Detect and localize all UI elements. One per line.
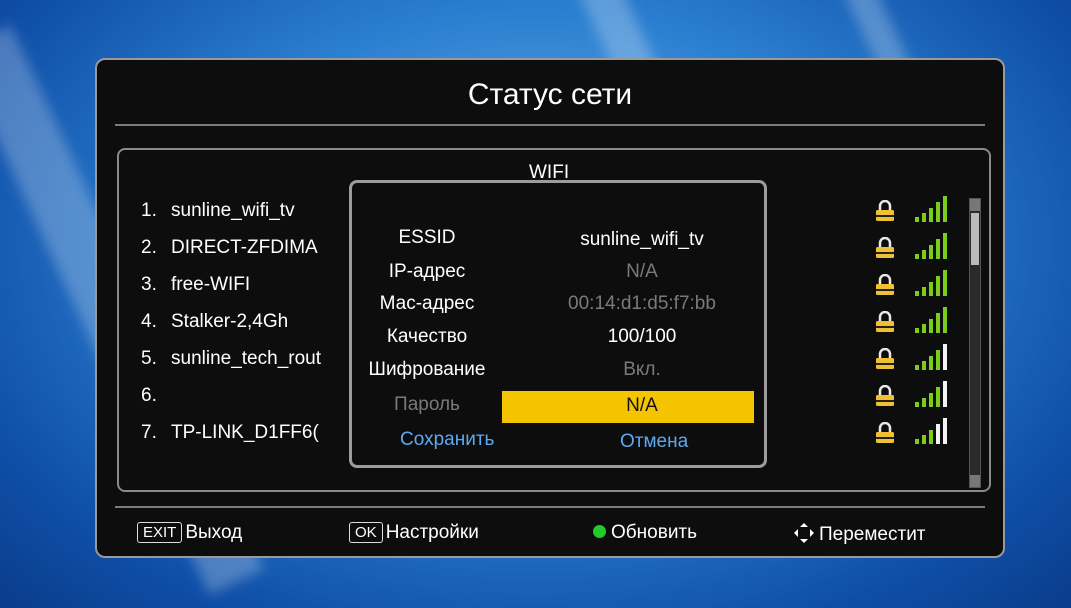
exit-label: Выход xyxy=(185,522,243,543)
signal-strength-icon xyxy=(915,381,947,407)
ok-key: OK xyxy=(349,522,383,543)
network-details-dialog: ESSID sunline_wifi_tv IP-адрес N/A Мас-а… xyxy=(349,180,767,468)
navigation-arrows-icon xyxy=(794,523,814,543)
scroll-down-arrow[interactable] xyxy=(970,475,980,487)
password-value[interactable]: N/A xyxy=(527,395,757,417)
refresh-label: Обновить xyxy=(611,522,698,543)
ok-hint[interactable]: OK Настройки xyxy=(349,522,479,544)
title-divider xyxy=(115,124,985,126)
lock-icon xyxy=(876,422,894,443)
green-dot-icon xyxy=(593,525,606,538)
lock-icon xyxy=(876,274,894,295)
page-title: Статус сети xyxy=(467,78,633,111)
network-name: DIRECT-ZFDIMA xyxy=(171,237,318,258)
encryption-value: Вкл. xyxy=(623,359,661,380)
network-number: 2. xyxy=(141,237,157,258)
ip-label: IP-адрес xyxy=(388,261,466,282)
network-item-3[interactable]: 3. free-WIFI xyxy=(141,274,250,296)
footer-divider xyxy=(115,506,985,508)
network-item-5[interactable]: 5. sunline_tech_rout xyxy=(141,348,321,370)
mac-label: Мас-адрес xyxy=(379,293,475,314)
lock-icon xyxy=(876,385,894,406)
signal-strength-icon xyxy=(915,418,947,444)
signal-strength-icon xyxy=(915,344,947,370)
quality-label: Качество xyxy=(386,326,468,347)
signal-strength-icon xyxy=(915,233,947,259)
list-scrollbar[interactable] xyxy=(969,198,981,488)
cancel-button[interactable]: Отмена xyxy=(620,431,688,453)
network-name: TP-LINK_D1FF6( xyxy=(171,422,319,443)
encryption-label: Шифрование xyxy=(368,359,486,380)
password-label: Пароль xyxy=(394,394,460,415)
quality-value: 100/100 xyxy=(607,326,677,347)
save-button[interactable]: Сохранить xyxy=(400,429,494,451)
mac-value: 00:14:d1:d5:f7:bb xyxy=(568,293,716,314)
signal-strength-icon xyxy=(915,270,947,296)
network-name: Stalker-2,4Gh xyxy=(171,311,289,332)
network-number: 7. xyxy=(141,422,157,443)
lock-icon xyxy=(876,311,894,332)
lock-icon xyxy=(876,348,894,369)
signal-strength-icon xyxy=(915,196,947,222)
network-item-6[interactable]: 6. xyxy=(141,385,171,407)
ip-value: N/A xyxy=(626,261,658,282)
network-number: 5. xyxy=(141,348,157,369)
ok-label: Настройки xyxy=(385,522,479,543)
network-item-7[interactable]: 7. TP-LINK_D1FF6( xyxy=(141,422,319,444)
network-name: sunline_tech_rout xyxy=(171,348,321,369)
network-name: sunline_wifi_tv xyxy=(171,200,295,221)
network-number: 6. xyxy=(141,385,157,406)
scroll-up-arrow[interactable] xyxy=(970,199,980,211)
exit-hint[interactable]: EXIT Выход xyxy=(137,522,242,544)
essid-label: ESSID xyxy=(398,227,456,248)
network-number: 3. xyxy=(141,274,157,295)
network-item-2[interactable]: 2. DIRECT-ZFDIMA xyxy=(141,237,318,259)
network-status-panel: Статус сети WIFI 1. sunline_wifi_tv 2. DIR… xyxy=(95,58,1005,558)
network-number: 4. xyxy=(141,311,157,332)
move-label: Переместит xyxy=(819,524,926,545)
network-number: 1. xyxy=(141,200,157,221)
move-hint[interactable]: Переместит xyxy=(793,522,926,546)
network-item-4[interactable]: 4. Stalker-2,4Gh xyxy=(141,311,288,333)
essid-value: sunline_wifi_tv xyxy=(580,229,704,250)
network-name: free-WIFI xyxy=(171,274,251,295)
refresh-hint[interactable]: Обновить xyxy=(593,522,697,544)
signal-strength-icon xyxy=(915,307,947,333)
lock-icon xyxy=(876,200,894,221)
exit-key: EXIT xyxy=(137,522,183,543)
network-item-1[interactable]: 1. sunline_wifi_tv xyxy=(141,200,295,222)
scroll-thumb[interactable] xyxy=(971,213,979,265)
lock-icon xyxy=(876,237,894,258)
